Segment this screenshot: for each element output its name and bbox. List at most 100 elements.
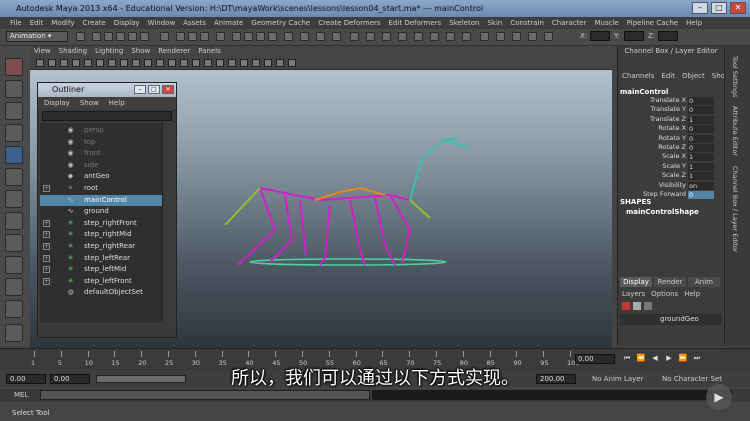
attribute-row-rotate-z[interactable]: Rotate Z0 — [620, 143, 720, 153]
attribute-value-field[interactable]: 0 — [688, 191, 714, 199]
menu-modify[interactable]: Modify — [51, 17, 74, 29]
toolbar-tool-icon[interactable] — [496, 32, 505, 41]
scale-tool-icon[interactable] — [5, 168, 23, 186]
outliner-item-root[interactable]: + ⚬ root — [40, 183, 162, 194]
viewport-toolbar-icon[interactable] — [288, 59, 296, 67]
toolbar-tool-icon[interactable] — [92, 32, 101, 41]
menu-assets[interactable]: Assets — [183, 17, 206, 29]
toolbar-tool-icon[interactable] — [160, 32, 169, 41]
viewport-toolbar-icon[interactable] — [264, 59, 272, 67]
viewport-toolbar-icon[interactable] — [276, 59, 284, 67]
maximize-button[interactable]: □ — [711, 2, 727, 14]
expand-icon[interactable]: + — [43, 277, 50, 285]
menu-edit[interactable]: Edit — [30, 17, 44, 29]
toolbar-tool-icon[interactable] — [480, 32, 489, 41]
attribute-value-field[interactable]: 0 — [688, 144, 714, 152]
viewport-toolbar-icon[interactable] — [120, 59, 128, 67]
outliner-item-side[interactable]: ◉ side — [40, 160, 162, 171]
move-tool-icon[interactable] — [5, 124, 23, 142]
attribute-value-field[interactable]: 1 — [688, 115, 714, 124]
outliner-filter-field[interactable] — [42, 111, 172, 121]
menu-create-deformers[interactable]: Create Deformers — [318, 17, 380, 29]
menu-edit-deformers[interactable]: Edit Deformers — [389, 17, 442, 29]
x-field[interactable] — [590, 31, 610, 41]
toolbar-tool-icon[interactable] — [300, 32, 309, 41]
attribute-row-scale-x[interactable]: Scale X1 — [620, 152, 720, 162]
menu-animate[interactable]: Animate — [214, 17, 243, 29]
outliner-menu-show[interactable]: Show — [80, 97, 99, 109]
menu-skin[interactable]: Skin — [487, 17, 502, 29]
outliner-item-maincontrol[interactable]: ∿ mainControl — [40, 194, 162, 206]
toolbar-tool-icon[interactable] — [316, 32, 325, 41]
toolbar-tool-icon[interactable] — [116, 32, 125, 41]
viewport-toolbar-icon[interactable] — [192, 59, 200, 67]
viewport-menu-show[interactable]: Show — [131, 46, 150, 56]
attribute-value-field[interactable]: 1 — [688, 162, 714, 171]
viewport-toolbar-icon[interactable] — [132, 59, 140, 67]
soft-mod-icon[interactable] — [5, 212, 23, 230]
viewport-menu-lighting[interactable]: Lighting — [95, 46, 123, 56]
paint-select-icon[interactable] — [5, 102, 23, 120]
step-forward-icon[interactable]: ⏩ — [678, 354, 688, 363]
current-frame-field[interactable]: 0.00 — [575, 354, 615, 364]
toolbar-tool-icon[interactable] — [76, 32, 85, 41]
menu-muscle[interactable]: Muscle — [594, 17, 618, 29]
layer-tab-anim[interactable]: Anim — [688, 277, 720, 287]
outliner-item-ground[interactable]: ∿ ground — [40, 206, 162, 217]
minimize-button[interactable]: – — [692, 2, 708, 14]
viewport-toolbar-icon[interactable] — [96, 59, 104, 67]
viewport-menu-view[interactable]: View — [34, 46, 51, 56]
viewport-toolbar-icon[interactable] — [204, 59, 212, 67]
layer-tab-display[interactable]: Display — [620, 277, 652, 287]
layer-menu-layers[interactable]: Layers — [622, 290, 645, 300]
expand-icon[interactable]: + — [43, 254, 50, 262]
outliner-item-front[interactable]: ◉ front — [40, 148, 162, 159]
layer-menu-help[interactable]: Help — [684, 290, 700, 300]
attribute-row-visibility[interactable]: Visibility on — [620, 181, 720, 191]
universal-manipulator-icon[interactable] — [5, 190, 23, 208]
channel-menu-edit[interactable]: Edit — [661, 72, 675, 84]
outliner-item-step-rightfront[interactable]: + ✳ step_rightFront — [40, 218, 162, 229]
attribute-value-field[interactable]: 0 — [688, 106, 714, 115]
expand-icon[interactable]: + — [43, 243, 50, 250]
toolbar-tool-icon[interactable] — [176, 32, 185, 41]
viewport-toolbar-icon[interactable] — [36, 59, 44, 67]
menu-set-dropdown[interactable]: Animation ▾ — [6, 31, 68, 42]
attribute-row-scale-z[interactable]: Scale Z1 — [620, 171, 720, 181]
toolbar-tool-icon[interactable] — [544, 32, 553, 41]
viewport-toolbar-icon[interactable] — [72, 59, 80, 67]
attribute-value-field[interactable]: 0 — [688, 125, 714, 134]
video-play-icon[interactable]: ▶ — [706, 384, 732, 410]
close-button[interactable]: ✕ — [730, 2, 746, 14]
attribute-row-scale-y[interactable]: Scale Y1 — [620, 162, 720, 172]
outliner-item-step-leftrear[interactable]: + ✳ step_leftRear — [40, 253, 162, 264]
attribute-value-field[interactable]: on — [688, 181, 714, 190]
outliner-item-persp[interactable]: ◉ persp — [40, 125, 162, 136]
layer-menu-options[interactable]: Options — [651, 290, 678, 300]
go-to-end-icon[interactable]: ⏭ — [692, 354, 702, 363]
toolbar-tool-icon[interactable] — [268, 32, 277, 41]
attribute-value-field[interactable]: 0 — [688, 134, 714, 143]
channel-menu-object[interactable]: Object — [682, 72, 705, 84]
menu-display[interactable]: Display — [114, 17, 140, 29]
viewport-menu-panels[interactable]: Panels — [198, 46, 221, 56]
attribute-row-translate-y[interactable]: Translate Y0 — [620, 105, 720, 115]
menu-pipeline-cache[interactable]: Pipeline Cache — [627, 17, 678, 29]
single-pane-layout-icon[interactable] — [5, 278, 23, 296]
menu-skeleton[interactable]: Skeleton — [449, 17, 479, 29]
toolbar-tool-icon[interactable] — [332, 32, 341, 41]
toolbar-tool-icon[interactable] — [430, 32, 439, 41]
viewport-toolbar-icon[interactable] — [240, 59, 248, 67]
layer-row-groundgeo[interactable]: groundGeo — [620, 314, 722, 325]
command-language-toggle[interactable]: MEL — [14, 391, 28, 399]
attribute-value-field[interactable]: 1 — [688, 172, 714, 181]
new-layer-from-selection-icon[interactable] — [633, 302, 641, 310]
toolbar-tool-icon[interactable] — [188, 32, 197, 41]
menu-file[interactable]: File — [10, 17, 22, 29]
viewport-toolbar-icon[interactable] — [144, 59, 152, 67]
lasso-tool-icon[interactable] — [5, 80, 23, 98]
viewport-toolbar-icon[interactable] — [84, 59, 92, 67]
layer-tab-render[interactable]: Render — [654, 277, 686, 287]
toolbar-tool-icon[interactable] — [128, 32, 137, 41]
outliner-scrollbar[interactable] — [162, 123, 174, 323]
